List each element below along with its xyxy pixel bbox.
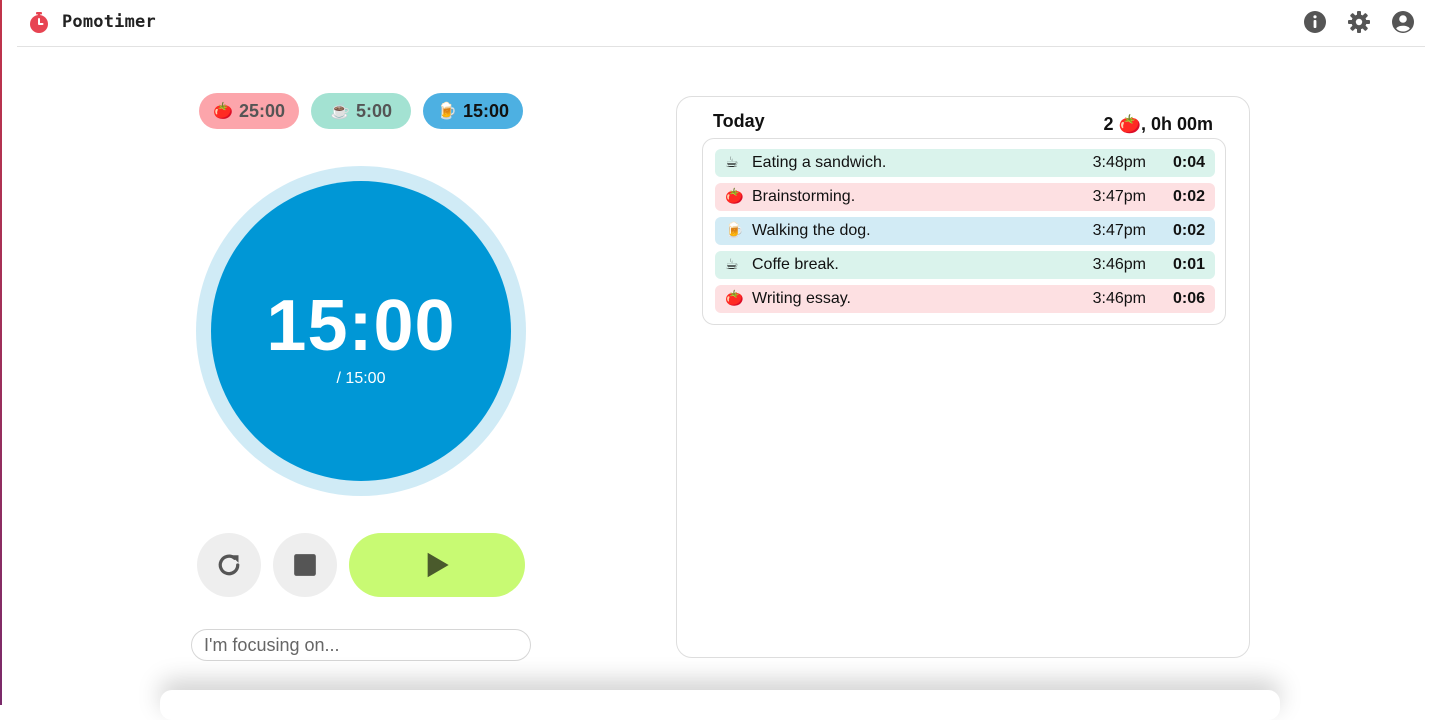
tomato-icon: 🍅 xyxy=(725,290,744,307)
app-title: Pomotimer xyxy=(62,12,156,32)
stop-button[interactable] xyxy=(273,533,337,597)
reset-button[interactable] xyxy=(197,533,261,597)
session-task: Coffe break. xyxy=(752,256,839,273)
play-button[interactable] xyxy=(349,533,525,597)
focus-input[interactable] xyxy=(191,629,531,661)
tomato-icon: 🍅 xyxy=(213,103,233,120)
session-task: Brainstorming. xyxy=(752,188,856,205)
coffee-icon: ☕ xyxy=(725,154,739,171)
session-time: 3:46pm xyxy=(1092,290,1146,307)
session-duration: 0:06 xyxy=(1172,290,1205,307)
session-task: Eating a sandwich. xyxy=(752,154,887,171)
session-row[interactable]: ☕ Eating a sandwich. 3:48pm 0:04 xyxy=(715,149,1215,177)
mode-short-break-label: 5:00 xyxy=(355,100,392,121)
tomato-icon: 🍅 xyxy=(1118,114,1141,134)
session-list: ☕ Eating a sandwich. 3:48pm 0:04 🍅 Brainstorm… xyxy=(702,138,1226,325)
session-time: 3:47pm xyxy=(1092,188,1146,205)
coffee-icon: ☕ xyxy=(725,256,739,273)
coffee-icon: ☕ xyxy=(330,103,350,120)
account-icon[interactable] xyxy=(1391,10,1415,34)
time-remaining: 15:00 xyxy=(266,286,456,366)
beer-icon: 🍺 xyxy=(725,222,744,239)
session-time: 3:48pm xyxy=(1092,154,1146,171)
tomato-icon: 🍅 xyxy=(725,188,744,205)
stop-icon xyxy=(294,554,316,576)
mode-pomodoro-button[interactable]: 🍅 25:00 xyxy=(199,93,299,129)
bottom-drawer xyxy=(160,690,1280,720)
session-duration: 0:04 xyxy=(1172,154,1205,171)
total-time: , 0h 00m xyxy=(1140,114,1213,134)
mode-long-break-button[interactable]: 🍺 15:00 xyxy=(423,93,523,129)
restart-icon xyxy=(218,554,240,576)
mode-pomodoro-label: 25:00 xyxy=(238,100,285,121)
session-row[interactable]: 🍅 Writing essay. 3:46pm 0:06 xyxy=(715,285,1215,313)
info-icon[interactable] xyxy=(1303,10,1327,34)
session-time: 3:46pm xyxy=(1092,256,1146,273)
mode-long-break-label: 15:00 xyxy=(462,100,509,121)
gear-icon[interactable] xyxy=(1347,10,1371,34)
stopwatch-icon xyxy=(30,12,48,33)
beer-icon: 🍺 xyxy=(437,103,457,120)
session-time: 3:47pm xyxy=(1092,222,1146,239)
session-task: Walking the dog. xyxy=(752,222,871,239)
session-duration: 0:01 xyxy=(1172,256,1205,273)
timer-face: 15:00 / 15:00 xyxy=(211,181,511,481)
session-row[interactable]: ☕ Coffe break. 3:46pm 0:01 xyxy=(715,251,1215,279)
today-panel: Today 2 🍅, 0h 00m ☕ Eating a sandwich. 3:4… xyxy=(676,96,1250,658)
session-duration: 0:02 xyxy=(1172,188,1205,205)
session-task: Writing essay. xyxy=(752,290,851,307)
session-duration: 0:02 xyxy=(1172,222,1205,239)
top-bar: Pomotimer xyxy=(17,0,1425,47)
timer-dial: 15:00 / 15:00 xyxy=(196,166,526,496)
play-icon xyxy=(427,552,449,578)
today-summary: 2 🍅, 0h 00m xyxy=(1104,114,1214,135)
today-title: Today xyxy=(713,111,765,131)
session-row[interactable]: 🍅 Brainstorming. 3:47pm 0:02 xyxy=(715,183,1215,211)
window-edge xyxy=(0,0,2,705)
mode-short-break-button[interactable]: ☕ 5:00 xyxy=(311,93,411,129)
time-total: / 15:00 xyxy=(336,370,386,387)
session-row[interactable]: 🍺 Walking the dog. 3:47pm 0:02 xyxy=(715,217,1215,245)
pomodoro-count: 2 xyxy=(1103,114,1114,134)
